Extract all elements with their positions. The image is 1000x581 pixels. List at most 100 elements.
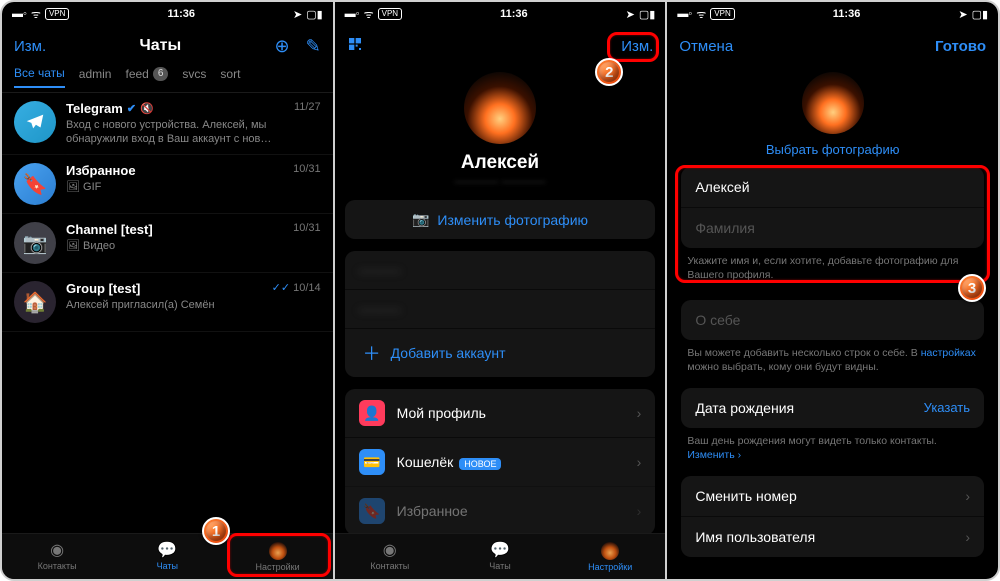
qr-icon[interactable] [347, 36, 363, 57]
settings-link[interactable]: настройках [921, 347, 976, 359]
tab-label: Чаты [489, 561, 510, 571]
last-name-field[interactable]: Фамилия [681, 207, 984, 248]
chat-name: Channel [test] [66, 222, 153, 237]
change-number-row[interactable]: Сменить номер › [681, 476, 984, 516]
chat-preview: Алексей пригласил(а) Семён [66, 298, 321, 312]
about-caption: Вы можете добавить несколько строк о себ… [687, 346, 978, 374]
tab-contacts[interactable]: ◉ Контакты [2, 534, 112, 579]
username-row[interactable]: Имя пользователя › [681, 516, 984, 557]
chevron-right-icon: › [965, 488, 970, 504]
clock: 11:36 [833, 8, 861, 20]
edit-profile-avatar[interactable] [802, 72, 864, 134]
chat-name: Telegram [66, 101, 123, 116]
tab-label: Чаты [157, 561, 178, 571]
change-link[interactable]: Изменить › [687, 449, 741, 461]
about-field[interactable]: О себе [681, 300, 984, 340]
contacts-icon: ◉ [383, 543, 397, 559]
account-row[interactable]: ——— [345, 289, 656, 328]
row-saved-messages[interactable]: 🔖 Избранное › [345, 486, 656, 535]
about-card: О себе [681, 300, 984, 340]
avatar [14, 101, 56, 143]
contacts-icon: ◉ [50, 543, 64, 559]
avatar: 🔖 [14, 163, 56, 205]
tab-bar: ◉ Контакты 💬 Чаты Настройки [2, 533, 333, 579]
cancel-button[interactable]: Отмена [679, 38, 733, 55]
more-card: Сменить номер › Имя пользователя › [681, 476, 984, 557]
profile-avatar[interactable] [464, 72, 536, 144]
tab-chats[interactable]: 💬 Чаты [445, 534, 555, 579]
chat-preview: Вход с нового устройства. Алексей, мы об… [66, 118, 321, 146]
chat-preview: 🖼 Видео [66, 239, 321, 253]
tab-feed-label: feed [125, 67, 148, 81]
mute-icon: 🔇 [140, 102, 154, 115]
tab-all-chats[interactable]: Все чаты [14, 66, 65, 88]
account-row[interactable]: ——— [345, 251, 656, 289]
specify-button[interactable]: Указать [924, 400, 970, 416]
first-name-field[interactable]: Алексей [681, 167, 984, 207]
chat-list[interactable]: Telegram ✔ 🔇 11/27 Вход с нового устройс… [2, 93, 333, 533]
profile-header: Алексей ———— ———— [335, 66, 666, 188]
signal-icon: ▬◦ [345, 8, 360, 20]
chat-row-telegram[interactable]: Telegram ✔ 🔇 11/27 Вход с нового устройс… [2, 93, 333, 155]
profile-subtitle: ———— ———— [335, 176, 666, 188]
profile-icon: 👤 [359, 400, 385, 426]
settings-menu-card: 👤 Мой профиль › 💳 Кошелёкновое › 🔖 Избра… [345, 389, 656, 535]
nav-bar: Отмена Готово [667, 26, 998, 66]
location-icon: ➤ [626, 8, 635, 21]
tab-svcs[interactable]: svcs [182, 66, 206, 88]
chat-row-channel[interactable]: 📷 Channel [test] 10/31 🖼 Видео [2, 214, 333, 273]
wifi-icon: ᯤ [31, 7, 41, 22]
row-wallet[interactable]: 💳 Кошелёкновое › [345, 437, 656, 486]
compose-icon[interactable]: ✎ [306, 36, 321, 57]
page-title: Чаты [139, 37, 181, 55]
chevron-right-icon: › [637, 405, 642, 421]
status-bar: ▬◦ᯤVPN 11:36 ➤▢▮ [667, 2, 998, 26]
birthday-row[interactable]: Дата рождения Указать [681, 388, 984, 428]
edit-button[interactable]: Изм. [621, 38, 653, 55]
tab-contacts[interactable]: ◉Контакты [335, 534, 445, 579]
choose-photo-button[interactable]: Выбрать фотографию [667, 142, 998, 157]
avatar: 🏠 [14, 281, 56, 323]
wifi-icon: ᯤ [364, 7, 374, 22]
tab-settings[interactable]: Настройки [555, 534, 665, 579]
signal-icon: ▬◦ [12, 8, 27, 20]
verified-icon: ✔ [127, 102, 136, 115]
new-badge: новое [459, 458, 501, 470]
location-icon: ➤ [958, 8, 967, 21]
chat-filter-tabs: Все чаты admin feed 6 svcs sort [2, 66, 333, 93]
add-account-button[interactable]: ＋ Добавить аккаунт [345, 328, 656, 377]
vpn-badge: VPN [45, 8, 69, 20]
chats-icon: 💬 [490, 543, 510, 559]
bookmark-icon: 🔖 [359, 498, 385, 524]
chat-row-saved[interactable]: 🔖 Избранное 10/31 🖼 GIF [2, 155, 333, 214]
label: Сменить номер [695, 488, 796, 504]
clock: 11:36 [500, 8, 528, 20]
chat-row-group[interactable]: 🏠 Group [test] ✓✓ 10/14 Алексей пригласи… [2, 273, 333, 332]
tab-feed-count: 6 [153, 67, 169, 81]
new-folder-icon[interactable]: ⊕ [274, 36, 289, 57]
chat-name: Избранное [66, 163, 136, 178]
done-button[interactable]: Готово [935, 38, 986, 55]
row-my-profile[interactable]: 👤 Мой профиль › [345, 389, 656, 437]
plus-icon: ＋ [359, 340, 385, 366]
settings-avatar-icon [269, 542, 287, 560]
label: Изменить фотографию [437, 212, 588, 228]
chats-icon: 💬 [157, 543, 177, 559]
tab-sort[interactable]: sort [220, 66, 240, 88]
tab-label: Настройки [255, 562, 299, 572]
tab-admin[interactable]: admin [79, 66, 112, 88]
screen-chats: ▬◦ ᯤ VPN 11:36 ➤ ▢▮ Изм. Чаты ⊕ ✎ Все ча… [2, 2, 335, 579]
change-photo-button[interactable]: 📷 Изменить фотографию [345, 200, 656, 239]
label: Избранное [397, 503, 637, 519]
chat-date: 10/31 [293, 222, 321, 237]
chat-preview: 🖼 GIF [66, 180, 321, 194]
status-bar: ▬◦ᯤVPN 11:36 ➤▢▮ [335, 2, 666, 26]
screenshot-triptych: ▬◦ ᯤ VPN 11:36 ➤ ▢▮ Изм. Чаты ⊕ ✎ Все ча… [0, 0, 1000, 581]
tab-settings[interactable]: Настройки [222, 534, 332, 579]
tab-feed[interactable]: feed 6 [125, 66, 168, 88]
location-icon: ➤ [293, 8, 302, 21]
settings-avatar-icon [601, 542, 619, 560]
screen-edit-profile: ▬◦ᯤVPN 11:36 ➤▢▮ Отмена Готово Выбрать ф… [667, 2, 998, 579]
battery-icon: ▢▮ [306, 8, 322, 21]
edit-button[interactable]: Изм. [14, 38, 46, 55]
